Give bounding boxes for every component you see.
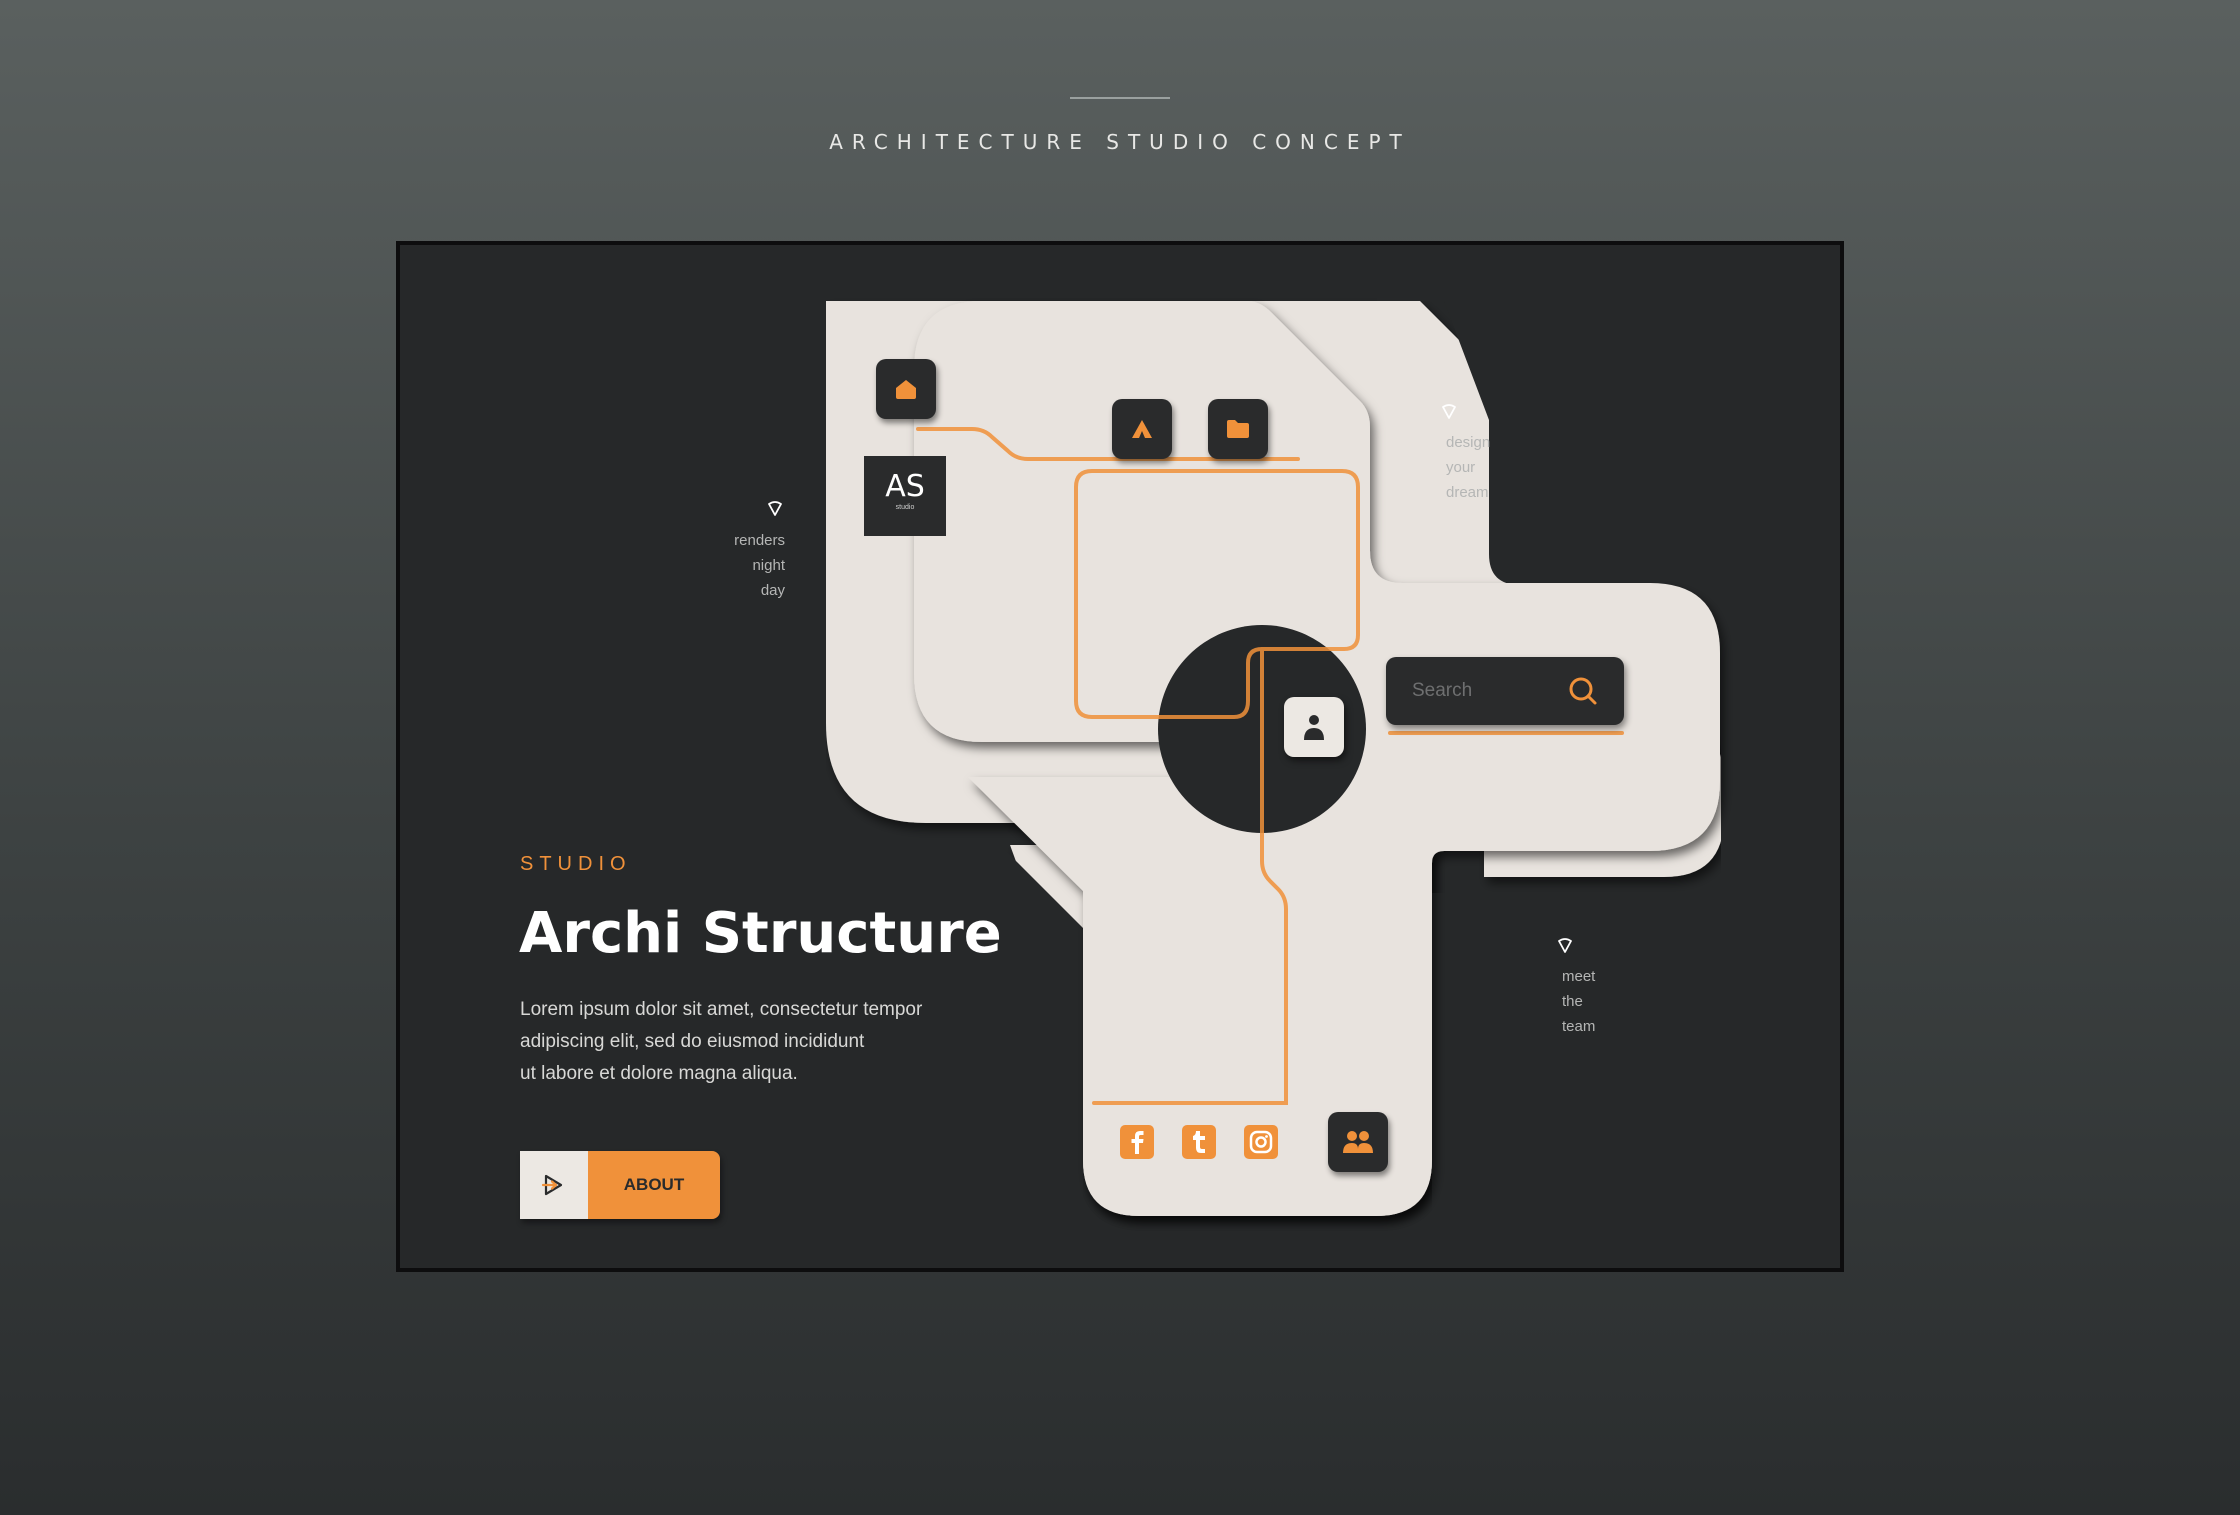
page-title: Archi Structure xyxy=(519,901,1002,966)
note-renders: renders night day xyxy=(710,528,785,603)
note-line: day xyxy=(760,582,785,599)
search-bar[interactable] xyxy=(1386,657,1624,725)
folder-button[interactable] xyxy=(1208,399,1268,459)
page-caption: ARCHITECTURE STUDIO CONCEPT xyxy=(829,130,1411,154)
facebook-link[interactable] xyxy=(1120,1125,1154,1159)
note-line: the xyxy=(1562,993,1583,1010)
note-line: team xyxy=(1562,1018,1596,1035)
description-line: Lorem ipsum dolor sit amet, consectetur … xyxy=(520,999,923,1020)
location-pin-icon xyxy=(768,501,782,516)
description-line: ut labore et dolore magna aliqua. xyxy=(520,1063,798,1084)
tumblr-link[interactable] xyxy=(1182,1125,1216,1159)
search-icon[interactable] xyxy=(1566,674,1600,708)
home-icon xyxy=(896,380,916,399)
note-design: design your dream xyxy=(1446,430,1490,505)
user-icon xyxy=(1304,715,1324,740)
profile-button[interactable] xyxy=(1284,697,1344,757)
location-pin-icon xyxy=(1442,404,1456,419)
tent-icon xyxy=(1132,420,1152,438)
eyebrow-label: STUDIO xyxy=(520,853,632,875)
folder-icon xyxy=(1227,420,1249,438)
note-line: design xyxy=(1446,434,1491,451)
location-pin-icon xyxy=(1558,938,1572,953)
logo-subtitle: studio xyxy=(895,504,915,511)
studio-frame: AS studio Search renders night day desig… xyxy=(396,241,1844,1272)
top-divider xyxy=(1070,97,1170,99)
search-input[interactable] xyxy=(1412,675,1562,707)
about-button[interactable]: ABOUT xyxy=(520,1151,720,1219)
note-line: dream xyxy=(1446,484,1489,501)
hero-description: Lorem ipsum dolor sit amet, consectetur … xyxy=(520,994,980,1090)
about-label: ABOUT xyxy=(588,1151,720,1219)
note-line: meet xyxy=(1562,968,1596,985)
instagram-icon xyxy=(1249,1130,1273,1154)
home-button[interactable] xyxy=(876,359,936,419)
note-line: night xyxy=(752,557,785,574)
instagram-link[interactable] xyxy=(1244,1125,1278,1159)
facebook-icon xyxy=(1131,1131,1144,1154)
description-line: adipiscing elit, sed do eiusmod incididu… xyxy=(520,1031,865,1052)
tumblr-icon xyxy=(1193,1131,1205,1153)
team-icon xyxy=(1343,1131,1373,1153)
note-line: your xyxy=(1446,459,1476,476)
projects-button[interactable] xyxy=(1112,399,1172,459)
note-team: meet the team xyxy=(1562,964,1595,1039)
note-line: renders xyxy=(734,532,785,549)
team-button[interactable] xyxy=(1328,1112,1388,1172)
about-icon-cell xyxy=(520,1151,588,1219)
enter-arrow-icon xyxy=(541,1174,563,1196)
studio-logo[interactable]: AS studio xyxy=(864,456,946,536)
logo-mark: AS xyxy=(885,469,925,504)
